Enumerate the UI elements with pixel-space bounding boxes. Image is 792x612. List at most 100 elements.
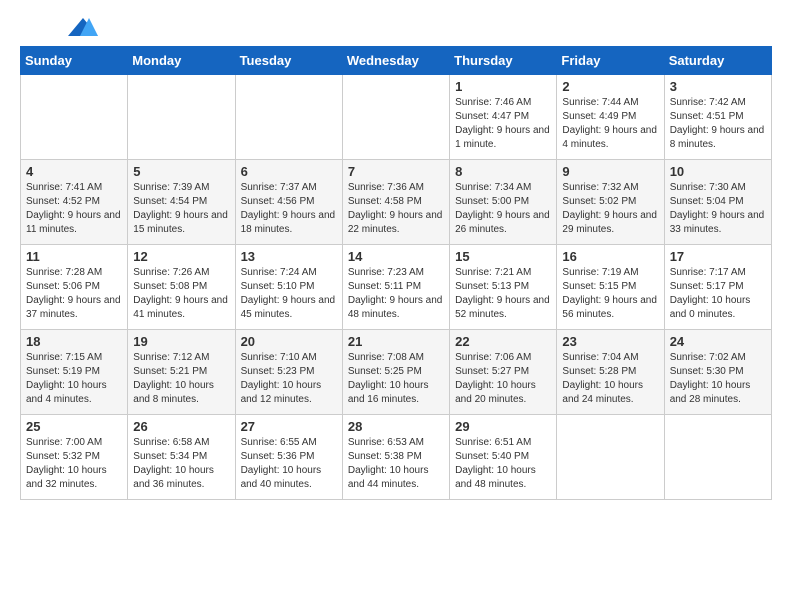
calendar-week-4: 18 Sunrise: 7:15 AM Sunset: 5:19 PM Dayli… [21,330,772,415]
day-info: Sunrise: 7:46 AM Sunset: 4:47 PM Dayligh… [455,96,551,152]
header-day-thursday: Thursday [450,47,557,75]
day-info: Sunrise: 6:53 AM Sunset: 5:38 PM Dayligh… [348,436,444,492]
day-info: Sunrise: 7:41 AM Sunset: 4:52 PM Dayligh… [26,181,122,237]
day-info: Sunrise: 7:39 AM Sunset: 4:54 PM Dayligh… [133,181,229,237]
calendar-header: SundayMondayTuesdayWednesdayThursdayFrid… [21,47,772,75]
day-number: 5 [133,164,229,179]
day-number: 2 [562,79,658,94]
day-number: 9 [562,164,658,179]
day-number: 21 [348,334,444,349]
day-info: Sunrise: 7:28 AM Sunset: 5:06 PM Dayligh… [26,266,122,322]
day-info: Sunrise: 6:58 AM Sunset: 5:34 PM Dayligh… [133,436,229,492]
calendar-cell: 3 Sunrise: 7:42 AM Sunset: 4:51 PM Daylig… [664,75,771,160]
day-info: Sunrise: 7:02 AM Sunset: 5:30 PM Dayligh… [670,351,766,407]
calendar-cell [128,75,235,160]
calendar-cell: 26 Sunrise: 6:58 AM Sunset: 5:34 PM Dayli… [128,415,235,500]
calendar-cell: 16Sunrise: 7:19 AM Sunset: 5:15 PM Dayli… [557,245,664,330]
day-info: Sunrise: 6:55 AM Sunset: 5:36 PM Dayligh… [241,436,337,492]
calendar-cell: 19 Sunrise: 7:12 AM Sunset: 5:21 PM Dayli… [128,330,235,415]
day-number: 23 [562,334,658,349]
calendar-cell: 17Sunrise: 7:17 AM Sunset: 5:17 PM Dayli… [664,245,771,330]
day-info: Sunrise: 6:51 AM Sunset: 5:40 PM Dayligh… [455,436,551,492]
logo [20,20,98,36]
calendar-week-2: 4 Sunrise: 7:41 AM Sunset: 4:52 PM Daylig… [21,160,772,245]
calendar-cell: 23 Sunrise: 7:04 AM Sunset: 5:28 PM Dayli… [557,330,664,415]
day-info: Sunrise: 7:37 AM Sunset: 4:56 PM Dayligh… [241,181,337,237]
day-number: 10 [670,164,766,179]
calendar-cell: 13Sunrise: 7:24 AM Sunset: 5:10 PM Dayli… [235,245,342,330]
calendar-cell: 6 Sunrise: 7:37 AM Sunset: 4:56 PM Daylig… [235,160,342,245]
calendar-cell: 24Sunrise: 7:02 AM Sunset: 5:30 PM Dayli… [664,330,771,415]
calendar-cell: 2 Sunrise: 7:44 AM Sunset: 4:49 PM Daylig… [557,75,664,160]
day-number: 16 [562,249,658,264]
day-number: 27 [241,419,337,434]
day-number: 20 [241,334,337,349]
calendar-cell [21,75,128,160]
day-number: 8 [455,164,551,179]
header-day-monday: Monday [128,47,235,75]
day-number: 1 [455,79,551,94]
calendar-cell: 29 Sunrise: 6:51 AM Sunset: 5:40 PM Dayli… [450,415,557,500]
day-info: Sunrise: 7:17 AM Sunset: 5:17 PM Dayligh… [670,266,766,322]
day-info: Sunrise: 7:44 AM Sunset: 4:49 PM Dayligh… [562,96,658,152]
calendar-cell: 25 Sunrise: 7:00 AM Sunset: 5:32 PM Dayli… [21,415,128,500]
calendar-cell: 5 Sunrise: 7:39 AM Sunset: 4:54 PM Daylig… [128,160,235,245]
calendar-cell: 22Sunrise: 7:06 AM Sunset: 5:27 PM Dayli… [450,330,557,415]
header-day-tuesday: Tuesday [235,47,342,75]
header-day-wednesday: Wednesday [342,47,449,75]
day-info: Sunrise: 7:10 AM Sunset: 5:23 PM Dayligh… [241,351,337,407]
calendar-week-3: 11 Sunrise: 7:28 AM Sunset: 5:06 PM Dayli… [21,245,772,330]
day-number: 18 [26,334,122,349]
calendar-cell: 7 Sunrise: 7:36 AM Sunset: 4:58 PM Daylig… [342,160,449,245]
day-info: Sunrise: 7:15 AM Sunset: 5:19 PM Dayligh… [26,351,122,407]
calendar-cell: 14Sunrise: 7:23 AM Sunset: 5:11 PM Dayli… [342,245,449,330]
calendar-table: SundayMondayTuesdayWednesdayThursdayFrid… [20,46,772,500]
day-number: 14 [348,249,444,264]
day-info: Sunrise: 7:42 AM Sunset: 4:51 PM Dayligh… [670,96,766,152]
day-info: Sunrise: 7:12 AM Sunset: 5:21 PM Dayligh… [133,351,229,407]
page-header [20,20,772,36]
day-info: Sunrise: 7:30 AM Sunset: 5:04 PM Dayligh… [670,181,766,237]
day-info: Sunrise: 7:08 AM Sunset: 5:25 PM Dayligh… [348,351,444,407]
header-day-saturday: Saturday [664,47,771,75]
calendar-cell: 4 Sunrise: 7:41 AM Sunset: 4:52 PM Daylig… [21,160,128,245]
day-number: 4 [26,164,122,179]
day-number: 26 [133,419,229,434]
day-number: 3 [670,79,766,94]
day-number: 11 [26,249,122,264]
header-day-sunday: Sunday [21,47,128,75]
day-info: Sunrise: 7:34 AM Sunset: 5:00 PM Dayligh… [455,181,551,237]
calendar-cell: 1 Sunrise: 7:46 AM Sunset: 4:47 PM Daylig… [450,75,557,160]
calendar-cell: 9 Sunrise: 7:32 AM Sunset: 5:02 PM Daylig… [557,160,664,245]
calendar-week-5: 25 Sunrise: 7:00 AM Sunset: 5:32 PM Dayli… [21,415,772,500]
day-number: 25 [26,419,122,434]
calendar-cell [342,75,449,160]
calendar-cell [557,415,664,500]
calendar-cell: 15 Sunrise: 7:21 AM Sunset: 5:13 PM Dayli… [450,245,557,330]
day-number: 13 [241,249,337,264]
day-info: Sunrise: 7:21 AM Sunset: 5:13 PM Dayligh… [455,266,551,322]
logo-icon [68,18,98,36]
day-number: 29 [455,419,551,434]
calendar-cell: 27 Sunrise: 6:55 AM Sunset: 5:36 PM Dayli… [235,415,342,500]
day-info: Sunrise: 7:06 AM Sunset: 5:27 PM Dayligh… [455,351,551,407]
day-info: Sunrise: 7:36 AM Sunset: 4:58 PM Dayligh… [348,181,444,237]
calendar-cell [235,75,342,160]
calendar-week-1: 1 Sunrise: 7:46 AM Sunset: 4:47 PM Daylig… [21,75,772,160]
calendar-cell: 12Sunrise: 7:26 AM Sunset: 5:08 PM Dayli… [128,245,235,330]
day-info: Sunrise: 7:04 AM Sunset: 5:28 PM Dayligh… [562,351,658,407]
day-number: 6 [241,164,337,179]
calendar-cell: 8 Sunrise: 7:34 AM Sunset: 5:00 PM Daylig… [450,160,557,245]
day-number: 12 [133,249,229,264]
calendar-body: 1 Sunrise: 7:46 AM Sunset: 4:47 PM Daylig… [21,75,772,500]
day-number: 7 [348,164,444,179]
day-info: Sunrise: 7:32 AM Sunset: 5:02 PM Dayligh… [562,181,658,237]
calendar-cell: 18 Sunrise: 7:15 AM Sunset: 5:19 PM Dayli… [21,330,128,415]
calendar-cell: 28Sunrise: 6:53 AM Sunset: 5:38 PM Dayli… [342,415,449,500]
calendar-cell: 21 Sunrise: 7:08 AM Sunset: 5:25 PM Dayli… [342,330,449,415]
calendar-cell: 20 Sunrise: 7:10 AM Sunset: 5:23 PM Dayli… [235,330,342,415]
day-number: 19 [133,334,229,349]
day-info: Sunrise: 7:00 AM Sunset: 5:32 PM Dayligh… [26,436,122,492]
calendar-cell: 10 Sunrise: 7:30 AM Sunset: 5:04 PM Dayli… [664,160,771,245]
day-number: 15 [455,249,551,264]
